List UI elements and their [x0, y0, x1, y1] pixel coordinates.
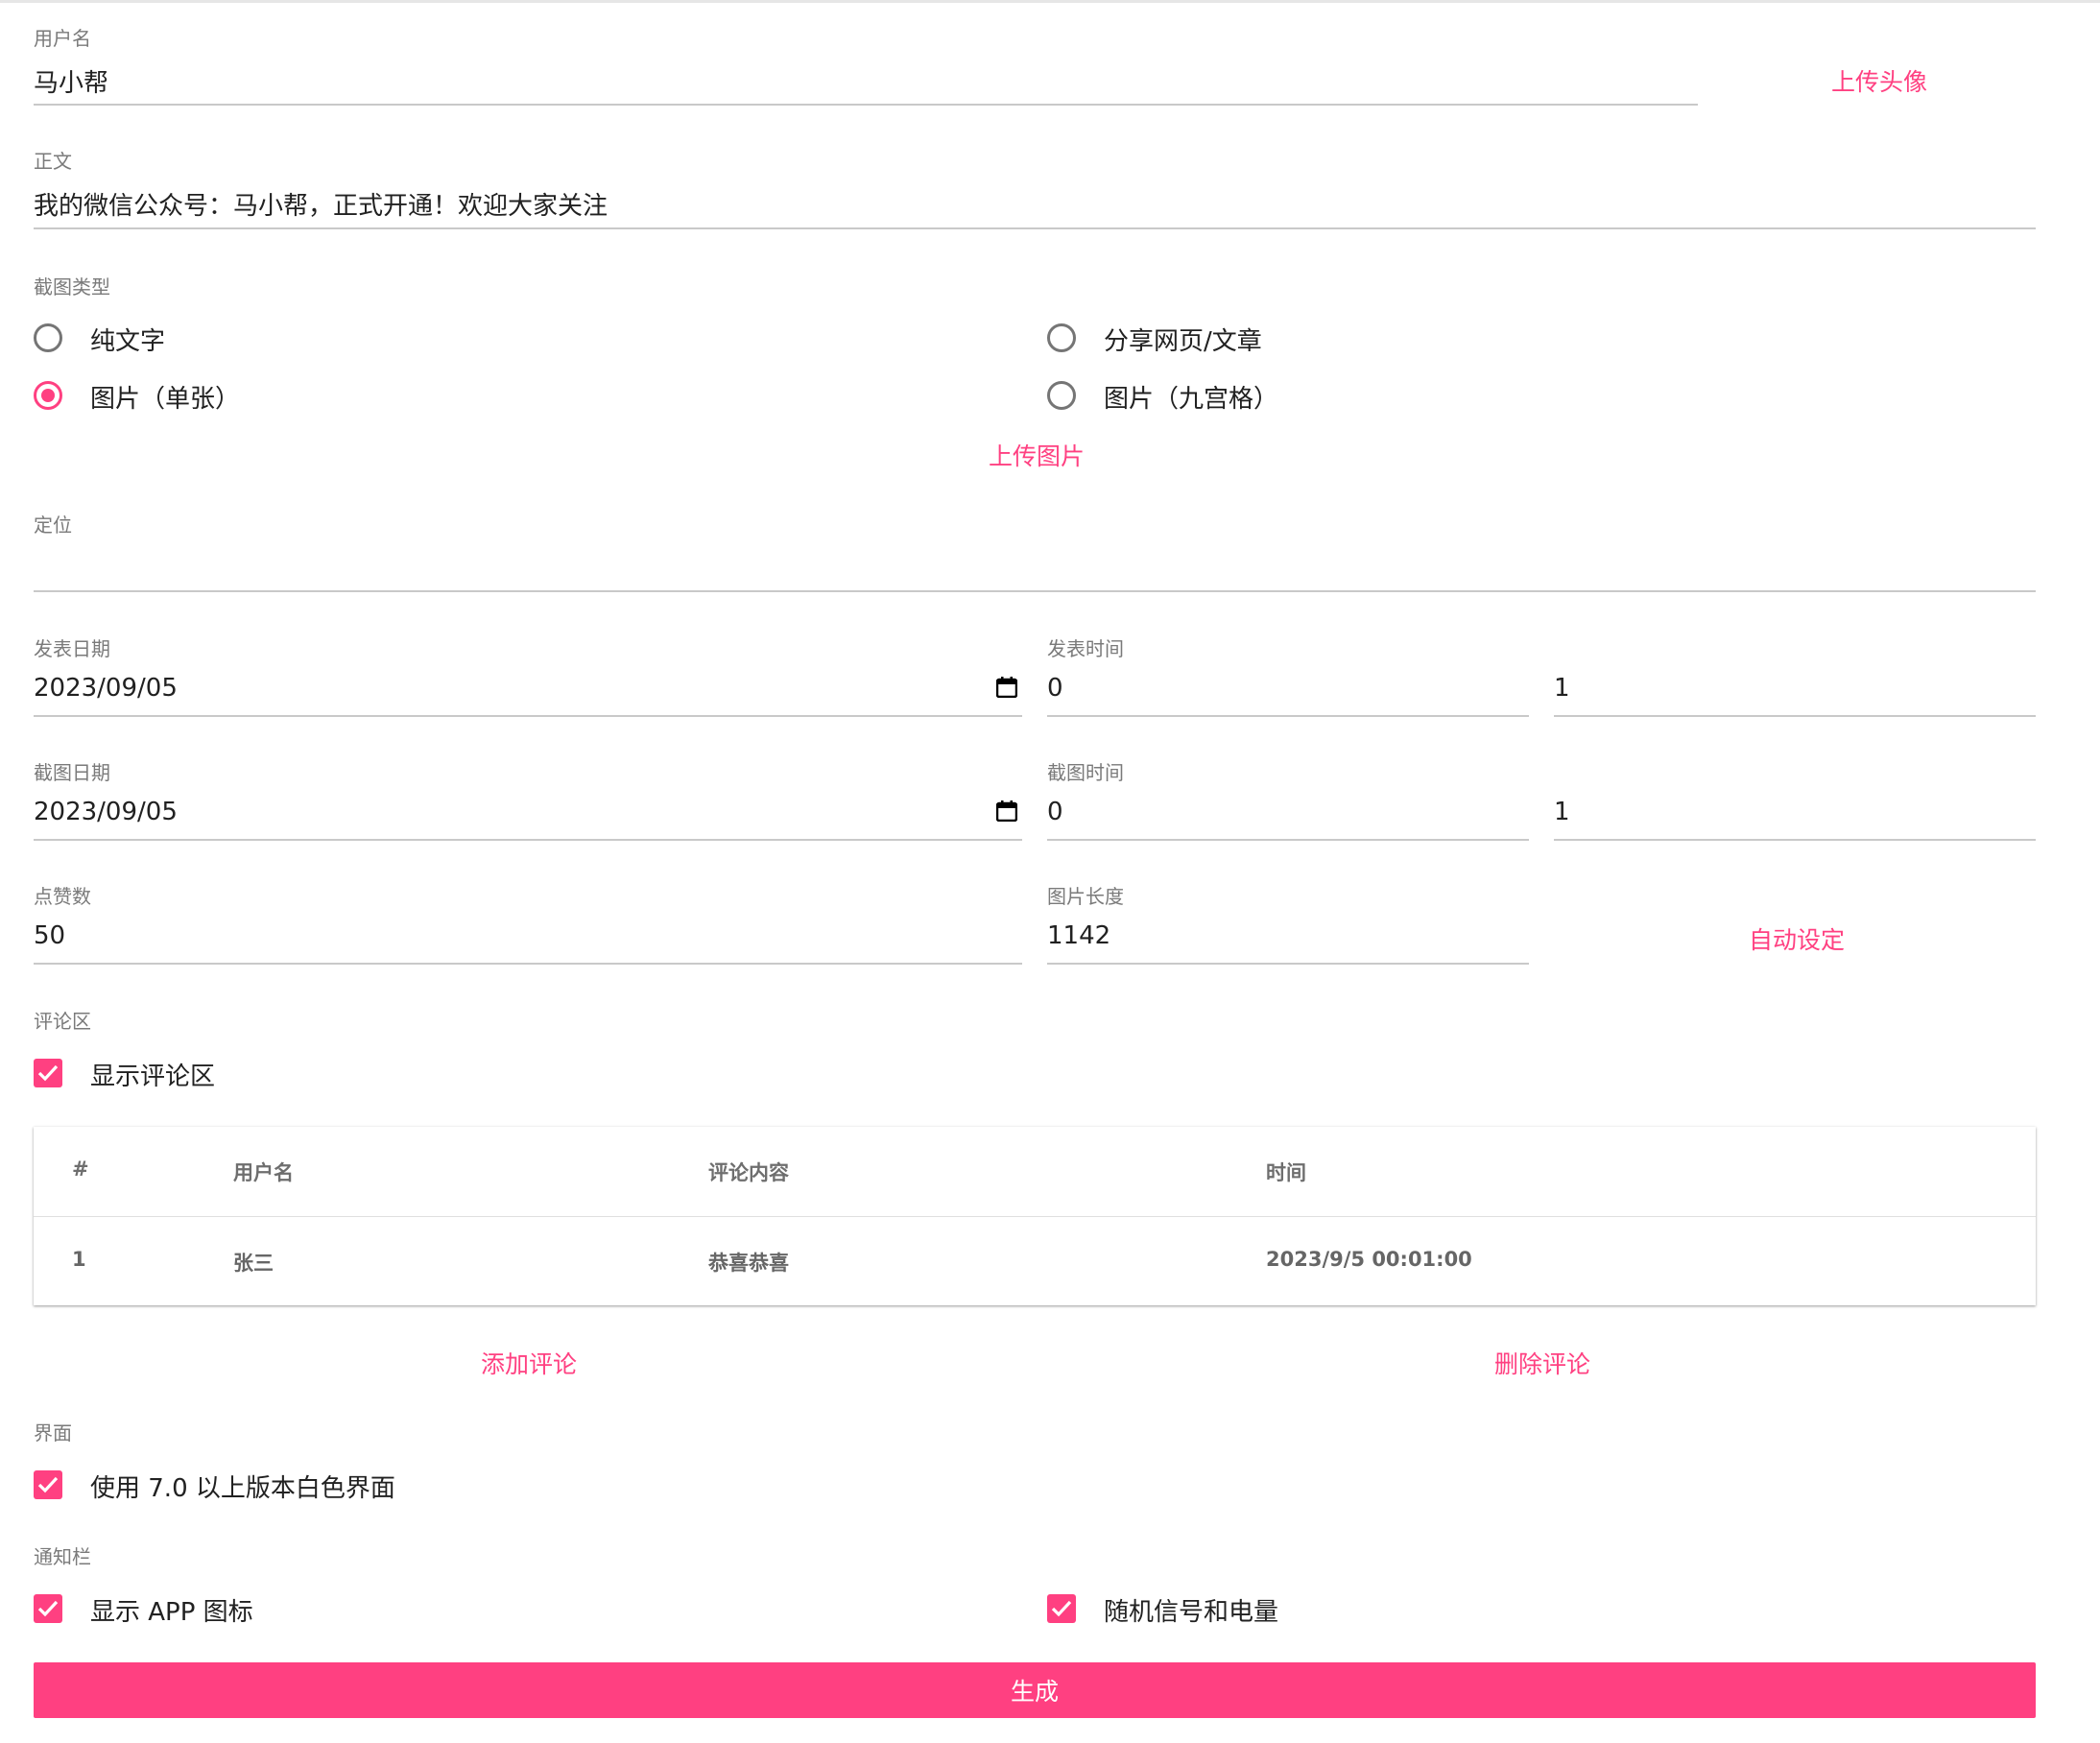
- show-comments-label[interactable]: 显示评论区: [90, 1057, 215, 1092]
- radio-single-image-label[interactable]: 图片（单张）: [90, 379, 240, 415]
- table-divider: [34, 1216, 2036, 1217]
- notification-label: 通知栏: [34, 1545, 91, 1568]
- table-header-index: #: [72, 1158, 89, 1181]
- post-time-label: 发表时间: [1047, 637, 1124, 660]
- post-date-input[interactable]: 2023/09/05: [34, 674, 178, 703]
- radio-share-page[interactable]: [1047, 323, 1076, 352]
- comments-table: # 用户名 评论内容 时间 1 张三 恭喜恭喜 2023/9/5 00:01:0…: [34, 1127, 2036, 1305]
- screenshot-type-label: 截图类型: [34, 275, 110, 298]
- post-time-minute-input[interactable]: 1: [1554, 674, 1570, 703]
- white-ui-checkbox[interactable]: [34, 1470, 62, 1499]
- capture-time-hour-input[interactable]: 0: [1047, 798, 1063, 826]
- check-icon: [37, 1600, 59, 1617]
- show-app-icon-checkbox[interactable]: [34, 1594, 62, 1623]
- capture-date-underline: [34, 839, 1022, 841]
- radio-share-page-label[interactable]: 分享网页/文章: [1104, 322, 1262, 357]
- body-label: 正文: [34, 150, 72, 173]
- delete-comment-button[interactable]: 删除评论: [1494, 1346, 1590, 1380]
- calendar-icon[interactable]: [996, 800, 1017, 822]
- row-time: 2023/9/5 00:01:00: [1266, 1248, 1472, 1271]
- calendar-icon[interactable]: [996, 677, 1017, 698]
- row-content: 恭喜恭喜: [708, 1252, 789, 1275]
- location-label: 定位: [34, 513, 72, 537]
- post-time-hour-underline: [1047, 715, 1529, 717]
- likes-label: 点赞数: [34, 885, 91, 908]
- radio-nine-grid-label[interactable]: 图片（九宫格）: [1104, 379, 1278, 415]
- location-input[interactable]: [34, 550, 2036, 583]
- capture-time-minute-underline: [1554, 839, 2036, 841]
- body-input[interactable]: 我的微信公众号：马小帮，正式开通！欢迎大家关注: [34, 186, 608, 222]
- upload-avatar-button[interactable]: 上传头像: [1831, 63, 1927, 98]
- capture-time-minute-input[interactable]: 1: [1554, 798, 1570, 826]
- generate-button[interactable]: 生成: [34, 1662, 2036, 1718]
- location-underline: [34, 590, 2036, 592]
- username-input[interactable]: 马小帮: [34, 63, 108, 99]
- capture-date-label: 截图日期: [34, 761, 110, 784]
- row-index: 1: [72, 1248, 86, 1271]
- table-header-time: 时间: [1266, 1161, 1306, 1184]
- capture-date-input[interactable]: 2023/09/05: [34, 798, 178, 826]
- radio-single-image[interactable]: [34, 381, 62, 410]
- random-signal-checkbox[interactable]: [1047, 1594, 1076, 1623]
- likes-input[interactable]: 50: [34, 921, 65, 950]
- post-date-label: 发表日期: [34, 637, 110, 660]
- radio-text-only-label[interactable]: 纯文字: [90, 322, 165, 357]
- check-icon: [37, 1476, 59, 1493]
- body-underline: [34, 227, 2036, 229]
- comments-label: 评论区: [34, 1010, 91, 1033]
- random-signal-label[interactable]: 随机信号和电量: [1104, 1592, 1278, 1628]
- table-header-username: 用户名: [233, 1161, 294, 1184]
- capture-time-hour-underline: [1047, 839, 1529, 841]
- image-length-input[interactable]: 1142: [1047, 921, 1110, 950]
- table-header-content: 评论内容: [708, 1161, 789, 1184]
- auto-set-button[interactable]: 自动设定: [1749, 921, 1845, 956]
- add-comment-button[interactable]: 添加评论: [481, 1346, 577, 1380]
- radio-text-only[interactable]: [34, 323, 62, 352]
- show-app-icon-label[interactable]: 显示 APP 图标: [90, 1592, 253, 1628]
- top-border: [0, 0, 2100, 3]
- show-comments-checkbox[interactable]: [34, 1059, 62, 1087]
- post-date-underline: [34, 715, 1022, 717]
- check-icon: [37, 1064, 59, 1082]
- white-ui-label[interactable]: 使用 7.0 以上版本白色界面: [90, 1468, 395, 1504]
- capture-time-label: 截图时间: [1047, 761, 1124, 784]
- username-label: 用户名: [34, 27, 91, 50]
- image-length-label: 图片长度: [1047, 885, 1124, 908]
- check-icon: [1051, 1600, 1072, 1617]
- username-underline: [34, 104, 1698, 106]
- row-username: 张三: [233, 1252, 274, 1275]
- post-time-hour-input[interactable]: 0: [1047, 674, 1063, 703]
- likes-underline: [34, 963, 1022, 965]
- radio-nine-grid[interactable]: [1047, 381, 1076, 410]
- post-time-minute-underline: [1554, 715, 2036, 717]
- ui-label: 界面: [34, 1421, 72, 1445]
- upload-image-button[interactable]: 上传图片: [989, 438, 1085, 472]
- image-length-underline: [1047, 963, 1529, 965]
